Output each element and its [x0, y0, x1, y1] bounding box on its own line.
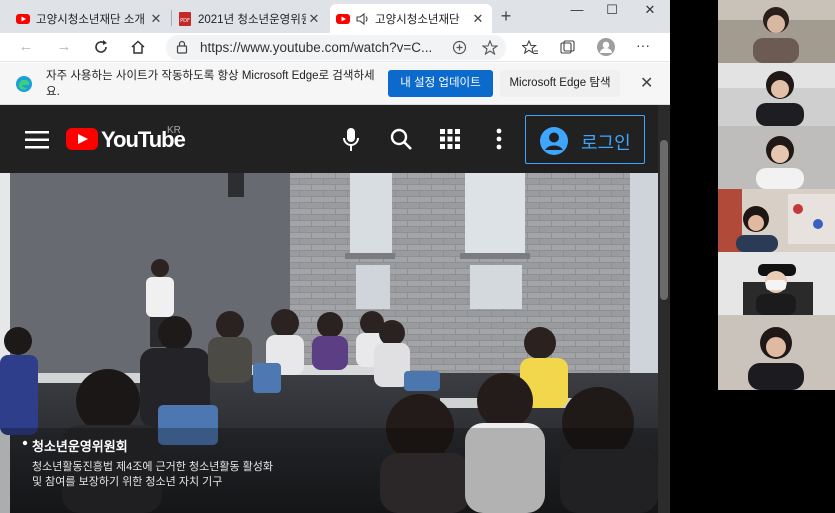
participant-tile[interactable]	[718, 126, 835, 189]
favorite-star-icon[interactable]	[482, 40, 498, 55]
close-tab-icon[interactable]: ✕	[148, 11, 164, 27]
participant-tile[interactable]	[718, 252, 835, 315]
participant-video	[718, 63, 835, 126]
infobar-message: 자주 사용하는 사이트가 작동하도록 항상 Microsoft Edge로 검색…	[46, 70, 375, 98]
caption-line-2: 및 참여를 보장하기 위한 청소년 자치 기구	[32, 476, 223, 488]
youtube-icon	[16, 13, 30, 24]
search-icon[interactable]	[390, 128, 412, 150]
login-label: 로그인	[581, 133, 631, 153]
browser-window: 고양시청소년재단 소개 ✕ PDF 2021년 청소년운영위원회 ✕ 고양시청소…	[0, 0, 670, 513]
settings-more-icon[interactable]	[496, 128, 502, 150]
explore-edge-button[interactable]: Microsoft Edge 탐색	[500, 70, 620, 97]
scrollbar-thumb[interactable]	[660, 140, 668, 300]
region-label: KR	[167, 125, 181, 136]
back-icon[interactable]: ←	[15, 36, 37, 58]
tab-title: 고양시청소년재단 소개	[36, 13, 145, 26]
add-icon[interactable]	[452, 40, 467, 55]
more-icon[interactable]: ···	[636, 37, 650, 53]
caption-line-1: 청소년활동진흥법 제4조에 근거한 청소년활동 활성화	[32, 461, 273, 473]
participant-tile[interactable]	[718, 0, 835, 63]
speaker-icon[interactable]	[356, 12, 370, 26]
lock-icon[interactable]	[176, 40, 188, 54]
maximize-button[interactable]: ☐	[600, 2, 624, 18]
youtube-header: YouTube KR 로그인	[0, 105, 658, 173]
address-bar-row: ← → https://www.youtube.com/watch?v=C...…	[0, 33, 670, 62]
participant-panel	[718, 0, 835, 390]
page-scrollbar[interactable]	[658, 105, 670, 513]
infobar-close-icon[interactable]: ✕	[640, 73, 653, 93]
close-window-button[interactable]: ✕	[638, 2, 662, 18]
participant-video	[718, 189, 835, 252]
menu-icon[interactable]	[25, 131, 49, 149]
participant-video	[718, 252, 835, 315]
tab-title: 2021년 청소년운영위원회	[198, 13, 306, 26]
youtube-icon	[336, 13, 350, 24]
tab-youtube-1[interactable]: 고양시청소년재단 소개 ✕	[10, 4, 170, 33]
refresh-icon[interactable]	[90, 36, 112, 58]
minimize-button[interactable]: —	[565, 2, 589, 17]
youtube-logo-icon[interactable]	[66, 128, 98, 150]
collections-icon[interactable]	[560, 40, 576, 55]
edge-logo-icon	[16, 76, 32, 92]
tab-pdf[interactable]: PDF 2021년 청소년운영위원회 ✕	[172, 4, 328, 33]
participant-tile[interactable]	[718, 189, 835, 252]
profile-avatar-icon[interactable]	[596, 37, 616, 57]
update-settings-button[interactable]: 내 설정 업데이트	[388, 70, 493, 97]
login-button[interactable]: 로그인	[525, 115, 645, 164]
participant-video	[718, 315, 835, 390]
pdf-icon: PDF	[179, 11, 191, 26]
url-field[interactable]: https://www.youtube.com/watch?v=C...	[166, 35, 506, 60]
home-icon[interactable]	[127, 36, 149, 58]
favorites-icon[interactable]	[522, 40, 538, 55]
participant-tile[interactable]	[718, 315, 835, 390]
video-player[interactable]: 청소년운영위원회 청소년활동진흥법 제4조에 근거한 청소년활동 활성화 및 참…	[0, 173, 658, 513]
tab-bar: 고양시청소년재단 소개 ✕ PDF 2021년 청소년운영위원회 ✕ 고양시청소…	[0, 0, 670, 33]
tab-youtube-active[interactable]: 고양시청소년재단 ✕	[330, 4, 492, 33]
url-text: https://www.youtube.com/watch?v=C...	[200, 40, 433, 55]
participant-video	[718, 0, 835, 63]
forward-icon[interactable]: →	[53, 36, 75, 58]
apps-grid-icon[interactable]	[440, 129, 460, 149]
close-tab-icon[interactable]: ✕	[306, 11, 322, 27]
account-icon	[540, 127, 568, 155]
close-tab-icon[interactable]: ✕	[470, 11, 486, 27]
tab-title: 고양시청소년재단	[375, 13, 460, 26]
new-tab-button[interactable]: +	[496, 6, 516, 27]
screen: 고양시청소년재단 소개 ✕ PDF 2021년 청소년운영위원회 ✕ 고양시청소…	[0, 0, 835, 513]
edge-infobar: 자주 사용하는 사이트가 작동하도록 항상 Microsoft Edge로 검색…	[0, 63, 670, 105]
participant-tile[interactable]	[718, 63, 835, 126]
microphone-icon[interactable]	[342, 127, 360, 153]
svg-text:PDF: PDF	[180, 18, 190, 24]
participant-video	[718, 126, 835, 189]
caption-title: 청소년운영위원회	[32, 439, 128, 454]
